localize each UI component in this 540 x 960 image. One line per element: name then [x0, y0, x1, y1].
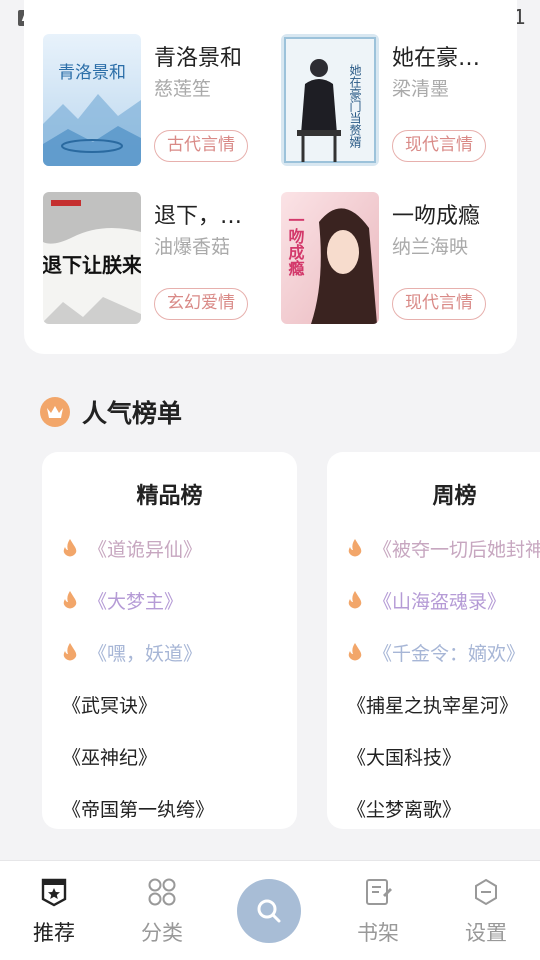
ranking-item[interactable]: 《道诡异仙》 — [62, 522, 214, 574]
ranking-list: 《道诡异仙》 《大梦主》 《嘿，妖道》 《武冥诀》 《巫神纪》 《帝国第一纨绔》 — [62, 522, 214, 829]
ranking-item-title: 《嘿，妖道》 — [88, 642, 203, 665]
ranking-item[interactable]: 《山海盗魂录》 — [347, 574, 540, 626]
cover-title: 一吻成瘾 — [286, 212, 305, 277]
ranking-board-weekly: 周榜 《被夺一切后她封神 《山海盗魂录》 《千金令：嫡欢》 《捕星之执宰星河》 … — [327, 452, 540, 829]
ranking-item-title: 《大国科技》 — [347, 746, 462, 769]
bottom-tab-bar: 推荐 分类 书架 设置 — [0, 860, 540, 960]
book-cover[interactable]: 青洛景和 — [43, 34, 141, 166]
ranking-item[interactable]: 《被夺一切后她封神 — [347, 522, 540, 574]
ranking-item-title: 《道诡异仙》 — [88, 538, 203, 561]
flame-icon — [348, 643, 362, 661]
book-author: 梁清墨 — [392, 78, 450, 100]
book-author: 慈莲笙 — [154, 78, 212, 100]
tab-label: 书架 — [357, 921, 399, 945]
book-genre-tag[interactable]: 玄幻爱情 — [154, 288, 248, 320]
search-button[interactable] — [237, 879, 301, 943]
book-recommendations-card: 青洛景和 青洛景和 慈莲笙 古代言情 她在豪门当赘婿 她在豪… 梁清墨 现代言情 — [24, 0, 517, 354]
book-item[interactable]: 一吻成瘾 一吻成瘾 纳兰海映 现代言情 — [281, 192, 501, 324]
settings-icon — [475, 878, 497, 906]
ranking-item[interactable]: 《巫神纪》 — [62, 730, 214, 782]
flame-icon — [348, 539, 362, 557]
tab-label: 设置 — [465, 921, 507, 945]
ranking-item-title: 《山海盗魂录》 — [373, 590, 507, 613]
search-icon — [257, 899, 281, 923]
ranking-item-title: 《捕星之执宰星河》 — [347, 694, 519, 717]
book-cover[interactable]: 一吻成瘾 — [281, 192, 379, 324]
ranking-item-title: 《尘梦离歌》 — [347, 798, 462, 821]
tab-label: 推荐 — [33, 921, 75, 945]
flame-icon — [63, 539, 77, 557]
book-author: 油爆香菇 — [154, 236, 231, 258]
ranking-item[interactable]: 《嘿，妖道》 — [62, 626, 214, 678]
ranking-item-title: 《巫神纪》 — [62, 746, 158, 769]
tab-settings[interactable]: 设置 — [446, 873, 526, 947]
book-title: 她在豪… — [392, 46, 481, 71]
ranking-item[interactable]: 《捕星之执宰星河》 — [347, 678, 540, 730]
book-genre-tag[interactable]: 现代言情 — [392, 288, 486, 320]
ranking-item[interactable]: 《武冥诀》 — [62, 678, 214, 730]
recommend-star-icon — [41, 878, 67, 907]
ranking-list: 《被夺一切后她封神 《山海盗魂录》 《千金令：嫡欢》 《捕星之执宰星河》 《大国… — [347, 522, 540, 829]
flame-icon — [348, 591, 362, 609]
ranking-item-title: 《被夺一切后她封神 — [373, 538, 540, 561]
ranking-board-premium: 精品榜 《道诡异仙》 《大梦主》 《嘿，妖道》 《武冥诀》 《巫神纪》 《帝国第… — [42, 452, 297, 829]
tab-label: 分类 — [141, 921, 183, 945]
book-genre-tag[interactable]: 古代言情 — [154, 130, 248, 162]
tab-recommend[interactable]: 推荐 — [14, 873, 94, 947]
book-cover[interactable]: 她在豪门当赘婿 — [281, 34, 379, 166]
book-title: 一吻成瘾 — [392, 204, 481, 229]
book-item[interactable]: 退下让朕来 退下，… 油爆香菇 玄幻爱情 — [43, 192, 263, 324]
flame-icon — [63, 591, 77, 609]
ranking-item[interactable]: 《尘梦离歌》 — [347, 782, 540, 829]
ranking-item-title: 《帝国第一纨绔》 — [62, 798, 215, 821]
ranking-item[interactable]: 《帝国第一纨绔》 — [62, 782, 214, 829]
book-title: 青洛景和 — [154, 46, 243, 71]
ranking-item[interactable]: 《大国科技》 — [347, 730, 540, 782]
cover-title: 她在豪门当赘婿 — [348, 64, 362, 149]
book-cover[interactable]: 退下让朕来 — [43, 192, 141, 324]
bookshelf-icon — [366, 879, 392, 905]
tab-category[interactable]: 分类 — [122, 873, 202, 947]
section-title: 人气榜单 — [82, 399, 183, 428]
category-grid-icon — [148, 878, 176, 906]
book-author: 纳兰海映 — [392, 236, 469, 258]
cover-title: 青洛景和 — [58, 63, 126, 83]
ranking-item[interactable]: 《千金令：嫡欢》 — [347, 626, 540, 678]
ranking-item-title: 《大梦主》 — [88, 590, 184, 613]
tab-bookshelf[interactable]: 书架 — [338, 873, 418, 947]
book-item[interactable]: 青洛景和 青洛景和 慈莲笙 古代言情 — [43, 34, 263, 166]
crown-icon — [40, 397, 70, 427]
book-item[interactable]: 她在豪门当赘婿 她在豪… 梁清墨 现代言情 — [281, 34, 501, 166]
ranking-board-title[interactable]: 周榜 — [327, 478, 540, 510]
book-genre-tag[interactable]: 现代言情 — [392, 130, 486, 162]
rankings-header: 人气榜单 — [40, 392, 182, 432]
ranking-item[interactable]: 《大梦主》 — [62, 574, 214, 626]
ranking-item-title: 《武冥诀》 — [62, 694, 158, 717]
book-title: 退下，… — [154, 204, 243, 229]
flame-icon — [63, 643, 77, 661]
ranking-board-title[interactable]: 精品榜 — [42, 478, 297, 510]
ranking-item-title: 《千金令：嫡欢》 — [373, 642, 526, 665]
cover-title: 退下让朕来 — [43, 253, 141, 277]
